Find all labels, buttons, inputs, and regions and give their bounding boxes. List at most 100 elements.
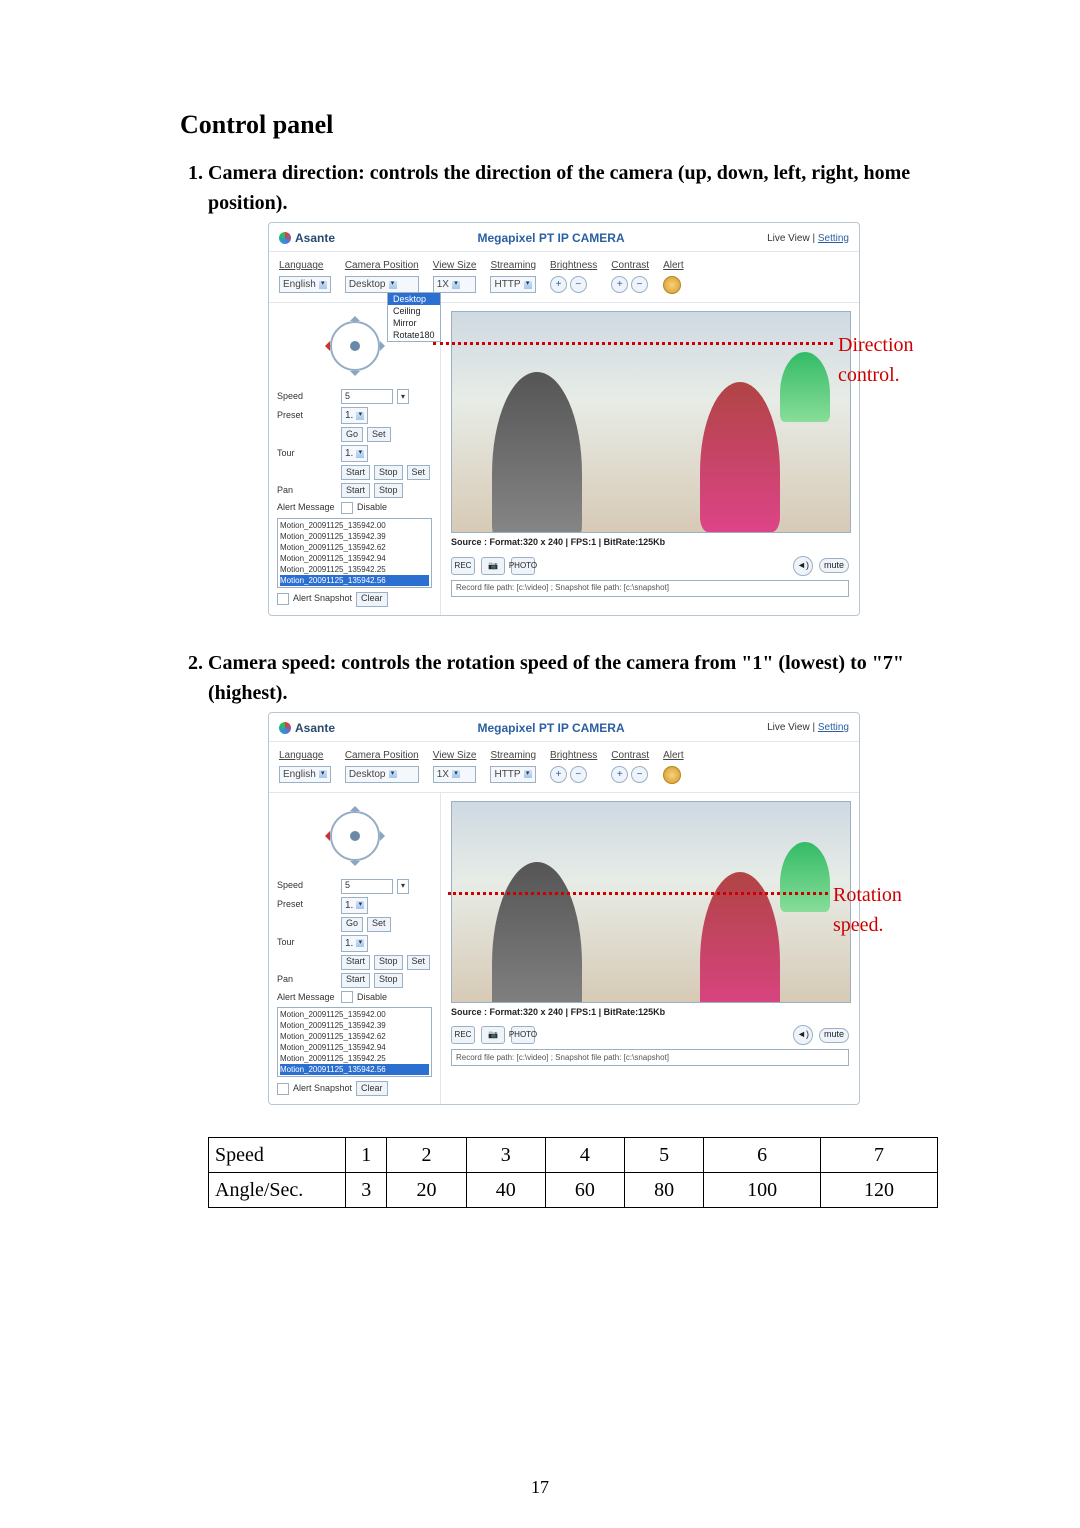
direction-joystick[interactable] xyxy=(320,311,390,381)
arrow-left-icon[interactable] xyxy=(320,831,330,841)
tour-set-button[interactable]: Set xyxy=(407,955,431,970)
direction-joystick[interactable] xyxy=(320,801,390,871)
language-select[interactable]: English▾ xyxy=(279,276,331,293)
snapshot-button[interactable]: 📷 xyxy=(481,1026,505,1044)
brightness-up-button[interactable]: + xyxy=(550,766,567,783)
list-item[interactable]: Motion_20091125_135942.00 xyxy=(280,1009,429,1020)
arrow-left-icon[interactable] xyxy=(320,341,330,351)
preset-select[interactable]: 1.▾ xyxy=(341,407,368,424)
preset-set-button[interactable]: Set xyxy=(367,427,391,442)
alert-message-list[interactable]: Motion_20091125_135942.00 Motion_2009112… xyxy=(277,518,432,588)
tour-stop-button[interactable]: Stop xyxy=(374,955,403,970)
photo-button[interactable]: PHOTO xyxy=(511,1026,535,1044)
list-item[interactable]: Motion_20091125_135942.25 xyxy=(280,564,429,575)
dd-option-ceiling[interactable]: Ceiling xyxy=(388,305,440,317)
preset-select[interactable]: 1.▾ xyxy=(341,897,368,914)
cell: 2 xyxy=(387,1138,466,1173)
streaming-select[interactable]: HTTP▾ xyxy=(490,276,536,293)
pan-start-button[interactable]: Start xyxy=(341,973,370,988)
camera-position-select[interactable]: Desktop▾ xyxy=(345,766,419,783)
camera-position-dropdown-open[interactable]: Desktop Ceiling Mirror Rotate180 xyxy=(387,292,441,342)
camera-position-select[interactable]: Desktop▾ xyxy=(345,276,419,293)
arrow-down-icon[interactable] xyxy=(350,371,360,381)
pan-stop-button[interactable]: Stop xyxy=(374,973,403,988)
speed-input[interactable]: 5 xyxy=(341,389,393,404)
list-item[interactable]: Motion_20091125_135942.56 xyxy=(280,1064,429,1075)
mute-button[interactable]: mute xyxy=(819,1028,849,1043)
contrast-up-button[interactable]: + xyxy=(611,766,628,783)
alert-message-list[interactable]: Motion_20091125_135942.00 Motion_2009112… xyxy=(277,1007,432,1077)
list-item[interactable]: Motion_20091125_135942.39 xyxy=(280,531,429,542)
brightness-up-button[interactable]: + xyxy=(550,276,567,293)
arrow-right-icon[interactable] xyxy=(380,341,390,351)
record-button[interactable]: REC xyxy=(451,557,475,575)
tour-start-button[interactable]: Start xyxy=(341,465,370,480)
list-item[interactable]: Motion_20091125_135942.25 xyxy=(280,1053,429,1064)
contrast-down-button[interactable]: − xyxy=(631,766,648,783)
preset-set-button[interactable]: Set xyxy=(367,917,391,932)
language-select[interactable]: English▾ xyxy=(279,766,331,783)
arrow-down-icon[interactable] xyxy=(350,861,360,871)
arrow-up-icon[interactable] xyxy=(350,801,360,811)
list-item[interactable]: Motion_20091125_135942.00 xyxy=(280,520,429,531)
brightness-down-button[interactable]: − xyxy=(570,766,587,783)
list-item[interactable]: Motion_20091125_135942.62 xyxy=(280,1031,429,1042)
photo-button[interactable]: PHOTO xyxy=(511,557,535,575)
chevron-down-icon: ▾ xyxy=(524,770,532,778)
snapshot-button[interactable]: 📷 xyxy=(481,557,505,575)
live-view-link[interactable]: Live View xyxy=(767,722,810,733)
brand-text: Asante xyxy=(295,719,335,737)
sound-button[interactable]: ◄) xyxy=(793,1025,813,1045)
setting-link[interactable]: Setting xyxy=(818,722,849,733)
tour-select[interactable]: 1.▾ xyxy=(341,445,368,462)
arrow-up-icon[interactable] xyxy=(350,311,360,321)
alert-disable-checkbox[interactable] xyxy=(341,991,353,1003)
list-item[interactable]: Motion_20091125_135942.94 xyxy=(280,1042,429,1053)
streaming-select[interactable]: HTTP▾ xyxy=(490,766,536,783)
alert-button[interactable] xyxy=(663,766,681,784)
tour-set-button[interactable]: Set xyxy=(407,465,431,480)
alert-disable-checkbox[interactable] xyxy=(341,502,353,514)
dd-option-mirror[interactable]: Mirror xyxy=(388,317,440,329)
mute-button[interactable]: mute xyxy=(819,558,849,573)
speed-input[interactable]: 5 xyxy=(341,879,393,894)
list-item[interactable]: Motion_20091125_135942.56 xyxy=(280,575,429,586)
view-size-select[interactable]: 1X▾ xyxy=(433,766,477,783)
preset-label: Preset xyxy=(277,409,337,423)
alert-button[interactable] xyxy=(663,276,681,294)
pan-start-button[interactable]: Start xyxy=(341,483,370,498)
alert-snapshot-checkbox[interactable] xyxy=(277,1083,289,1095)
chevron-down-icon[interactable]: ▾ xyxy=(397,389,409,404)
brightness-down-button[interactable]: − xyxy=(570,276,587,293)
source-info: Source : Format:320 x 240 | FPS:1 | BitR… xyxy=(451,536,849,550)
list-item[interactable]: Motion_20091125_135942.94 xyxy=(280,553,429,564)
chevron-down-icon[interactable]: ▾ xyxy=(397,879,409,894)
tour-stop-button[interactable]: Stop xyxy=(374,465,403,480)
preset-go-button[interactable]: Go xyxy=(341,427,363,442)
setting-link[interactable]: Setting xyxy=(818,233,849,244)
contrast-up-button[interactable]: + xyxy=(611,276,628,293)
alert-snapshot-checkbox[interactable] xyxy=(277,593,289,605)
view-size-select[interactable]: 1X▾ xyxy=(433,276,477,293)
clear-button[interactable]: Clear xyxy=(356,1081,388,1096)
dd-option-desktop[interactable]: Desktop xyxy=(388,293,440,305)
sound-button[interactable]: ◄) xyxy=(793,556,813,576)
clear-button[interactable]: Clear xyxy=(356,592,388,607)
contrast-down-button[interactable]: − xyxy=(631,276,648,293)
tour-select[interactable]: 1.▾ xyxy=(341,935,368,952)
list-item[interactable]: Motion_20091125_135942.39 xyxy=(280,1020,429,1031)
list-item[interactable]: Motion_20091125_135942.62 xyxy=(280,542,429,553)
joystick-home-icon[interactable] xyxy=(350,831,360,841)
language-value: English xyxy=(283,767,316,782)
dd-option-rotate180[interactable]: Rotate180 xyxy=(388,329,440,341)
camera-ui-1: Asante Megapixel PT IP CAMERA Live View … xyxy=(268,222,860,616)
streaming-value: HTTP xyxy=(494,277,520,292)
record-button[interactable]: REC xyxy=(451,1026,475,1044)
brand: Asante xyxy=(279,719,335,737)
joystick-home-icon[interactable] xyxy=(350,341,360,351)
preset-go-button[interactable]: Go xyxy=(341,917,363,932)
pan-stop-button[interactable]: Stop xyxy=(374,483,403,498)
arrow-right-icon[interactable] xyxy=(380,831,390,841)
live-view-link[interactable]: Live View xyxy=(767,233,810,244)
tour-start-button[interactable]: Start xyxy=(341,955,370,970)
